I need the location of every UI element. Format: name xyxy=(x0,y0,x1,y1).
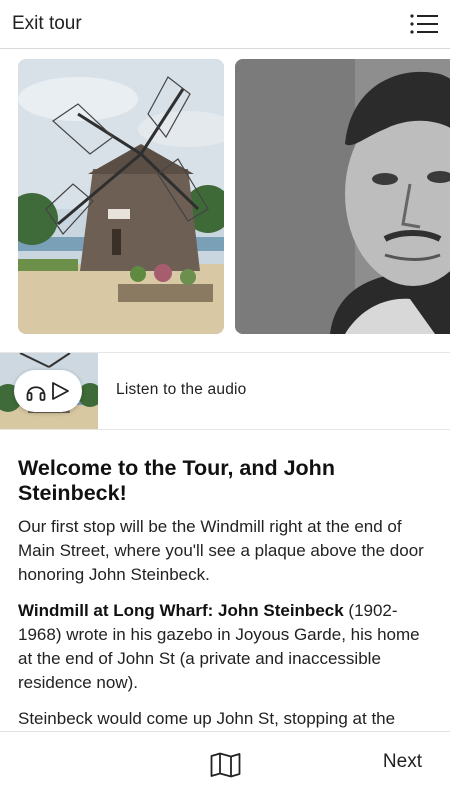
article-paragraph: Our first stop will be the Windmill righ… xyxy=(18,517,424,584)
next-button[interactable]: Next xyxy=(383,751,422,773)
audio-play-button[interactable] xyxy=(14,370,82,412)
list-menu-icon[interactable] xyxy=(410,13,438,35)
headphones-icon xyxy=(26,386,46,401)
map-icon[interactable] xyxy=(210,752,241,778)
exit-tour-button[interactable]: Exit tour xyxy=(12,13,82,35)
windmill-photo[interactable] xyxy=(18,59,224,334)
article-paragraph: Steinbeck would come up John St, stoppin… xyxy=(18,709,396,728)
photo-gallery[interactable] xyxy=(0,49,450,352)
article-title: Welcome to the Tour, and John Steinbeck! xyxy=(18,456,335,505)
play-icon xyxy=(52,382,69,400)
listen-to-audio-label[interactable]: Listen to the audio xyxy=(116,381,246,399)
tour-article: Welcome to the Tour, and John Steinbeck!… xyxy=(18,456,433,731)
bottom-bar: Next xyxy=(0,731,450,800)
audio-player-row[interactable]: Listen to the audio xyxy=(0,352,450,430)
article-paragraph: Windmill at Long Wharf: John Steinbeck (… xyxy=(18,599,433,695)
top-bar: Exit tour xyxy=(0,0,450,49)
stop-title: Windmill at Long Wharf: John Steinbeck xyxy=(18,601,344,620)
john-steinbeck-portrait[interactable] xyxy=(235,59,450,334)
